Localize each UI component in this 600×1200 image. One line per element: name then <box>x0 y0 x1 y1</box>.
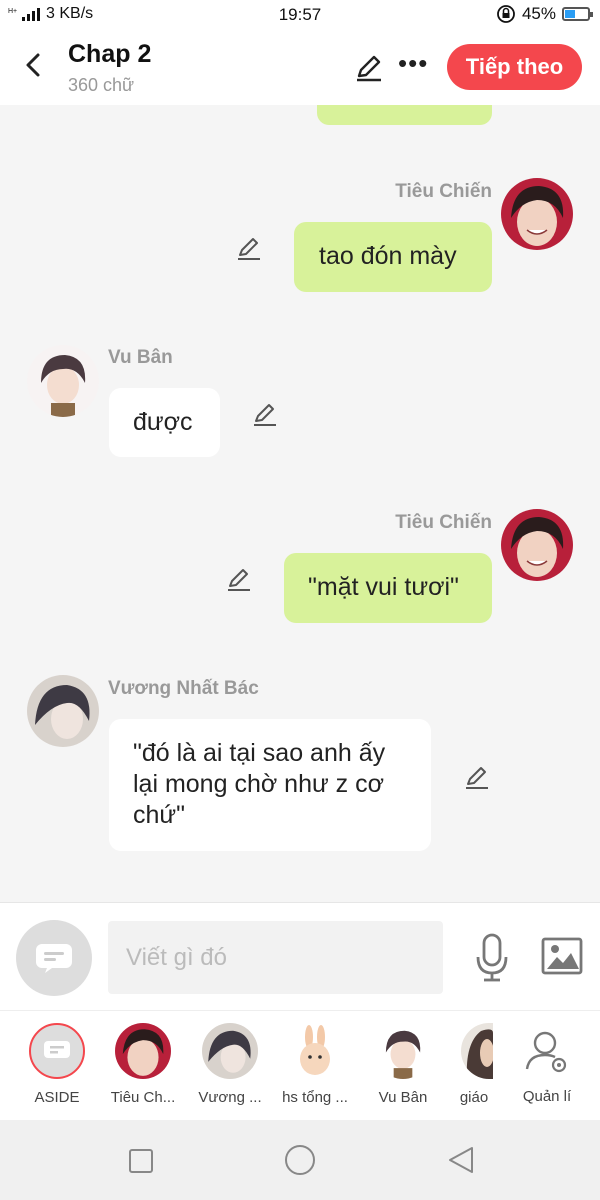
character-tieu-chien[interactable]: Tiêu Ch... <box>103 1023 183 1106</box>
more-options-icon[interactable]: ••• <box>398 48 428 79</box>
battery-icon <box>562 7 593 21</box>
avatar <box>375 1023 431 1079</box>
character-label: Vu Bân <box>378 1089 428 1106</box>
character-hs-tong[interactable]: hs tổng ... <box>275 1023 355 1106</box>
pencil-icon[interactable] <box>353 52 385 84</box>
message-bubble[interactable]: được <box>109 388 220 457</box>
message-bubble[interactable]: "đó là ai tại sao anh ấy lại mong chờ nh… <box>109 719 431 851</box>
message-icon <box>36 944 72 973</box>
edit-icon[interactable] <box>225 566 253 594</box>
sender-name: Tiêu Chiến <box>395 512 492 533</box>
character-vuong-nhat-bac[interactable]: Vương ... <box>190 1023 270 1106</box>
partial-message-bubble <box>317 105 492 125</box>
character-label: Tiêu Ch... <box>110 1089 176 1106</box>
battery-percent: 45% <box>521 4 556 23</box>
status-bar: H+ 3 KB/s 19:57 45% <box>0 0 600 30</box>
character-giao[interactable]: giáo <box>434 1023 514 1106</box>
edit-icon[interactable] <box>251 401 279 429</box>
avatar <box>461 1023 493 1079</box>
character-label: Quản lí <box>522 1088 572 1105</box>
home-icon[interactable] <box>284 1144 316 1176</box>
message-bubble[interactable]: tao đón mày <box>294 222 492 292</box>
character-label: giáo <box>459 1089 489 1106</box>
character-vu-ban[interactable]: Vu Bân <box>363 1023 443 1106</box>
sender-name: Vu Bân <box>108 347 173 368</box>
next-button[interactable]: Tiếp theo <box>447 44 582 90</box>
message-input[interactable] <box>108 921 443 994</box>
message-line: "đó là ai tại sao anh ấy <box>133 739 386 767</box>
sender-name: Tiêu Chiến <box>395 181 492 202</box>
back-arrow-icon[interactable] <box>18 50 48 80</box>
word-count: 360 chữ <box>68 75 135 95</box>
edit-icon[interactable] <box>235 235 263 263</box>
character-label: Vương ... <box>198 1089 262 1106</box>
microphone-icon[interactable] <box>474 933 510 983</box>
aside-toggle-button[interactable] <box>16 920 92 996</box>
back-icon[interactable] <box>446 1145 476 1175</box>
avatar[interactable] <box>501 509 573 581</box>
sender-name: Vương Nhất Bác <box>108 678 259 699</box>
rotation-lock-icon <box>497 5 515 23</box>
character-label: ASIDE <box>34 1089 80 1106</box>
avatar[interactable] <box>501 178 573 250</box>
message-line: lại mong chờ như z cơ <box>133 770 385 798</box>
avatar <box>287 1023 343 1079</box>
system-nav-bar <box>0 1120 600 1200</box>
user-settings-icon <box>525 1031 567 1073</box>
chat-area[interactable]: Tiêu Chiến tao đón mày Vu Bân được Tiêu … <box>0 105 600 902</box>
manage-characters-button[interactable]: Quản lí <box>507 1023 587 1105</box>
composer <box>0 902 600 1011</box>
character-aside[interactable]: ASIDE <box>17 1023 97 1106</box>
chapter-title: Chap 2 <box>68 40 152 68</box>
recent-apps-icon[interactable] <box>128 1148 154 1174</box>
character-bar: ASIDE Tiêu Ch... Vương ... hs tổng ... V… <box>0 1010 600 1121</box>
avatar[interactable] <box>27 675 99 747</box>
character-label: hs tổng ... <box>282 1089 348 1106</box>
edit-icon[interactable] <box>463 764 491 792</box>
top-bar: Chap 2 360 chữ ••• Tiếp theo <box>0 30 600 105</box>
message-line: chứ" <box>133 801 186 829</box>
aside-icon <box>29 1023 85 1079</box>
message-bubble[interactable]: "mặt vui tươi" <box>284 553 492 623</box>
avatar <box>202 1023 258 1079</box>
avatar <box>115 1023 171 1079</box>
image-icon[interactable] <box>541 937 583 975</box>
avatar[interactable] <box>27 345 99 417</box>
